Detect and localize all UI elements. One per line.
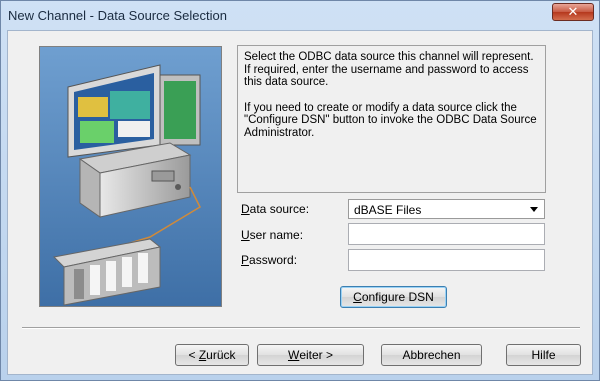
back-mnemonic: Z: [198, 348, 207, 362]
footer-separator: [22, 327, 580, 329]
next-label: eiter >: [299, 348, 333, 362]
help-button[interactable]: Hilfe: [506, 344, 581, 366]
dialog-window: New Channel - Data Source Selection ✕ Se…: [0, 0, 600, 381]
instructions-paragraph-2: If you need to create or modify a data s…: [244, 101, 537, 139]
user-name-label-text: ser name:: [249, 228, 304, 242]
configure-dsn-mnemonic: C: [353, 290, 362, 304]
user-name-label: User name:: [241, 228, 303, 242]
password-label-text: assword:: [249, 253, 298, 267]
data-source-label-mnemonic: D: [241, 202, 250, 216]
user-name-input[interactable]: [348, 223, 545, 245]
back-prefix: <: [188, 348, 199, 362]
configure-dsn-button[interactable]: Configure DSN: [340, 286, 447, 308]
dropdown-arrow-icon[interactable]: [530, 207, 538, 212]
data-source-dropdown[interactable]: dBASE Files: [348, 199, 545, 219]
data-source-value: dBASE Files: [354, 203, 422, 217]
password-label-mnemonic: P: [241, 253, 250, 267]
dialog-client-area: Select the ODBC data source this channel…: [7, 30, 593, 375]
cancel-button[interactable]: Abbrechen: [381, 344, 482, 366]
pc-and-plc-image: [40, 47, 221, 306]
password-label: Password:: [241, 253, 297, 267]
window-title: New Channel - Data Source Selection: [8, 8, 227, 23]
close-button[interactable]: ✕: [552, 3, 594, 21]
computer-network-illustration: [39, 46, 222, 307]
next-button[interactable]: Weiter >: [257, 344, 364, 366]
back-label: urück: [206, 348, 236, 362]
data-source-label: Data source:: [241, 202, 309, 216]
instructions-paragraph-1: Select the ODBC data source this channel…: [244, 51, 534, 88]
instructions-box: Select the ODBC data source this channel…: [237, 45, 546, 193]
close-icon: ✕: [567, 4, 579, 20]
configure-dsn-label: onfigure DSN: [361, 290, 434, 304]
title-bar[interactable]: New Channel - Data Source Selection ✕: [1, 1, 599, 31]
next-mnemonic: W: [287, 348, 300, 362]
data-source-label-text: ata source:: [249, 202, 310, 216]
password-input[interactable]: [348, 249, 545, 271]
user-name-label-mnemonic: U: [241, 228, 250, 242]
back-button[interactable]: < Zurück: [175, 344, 249, 366]
